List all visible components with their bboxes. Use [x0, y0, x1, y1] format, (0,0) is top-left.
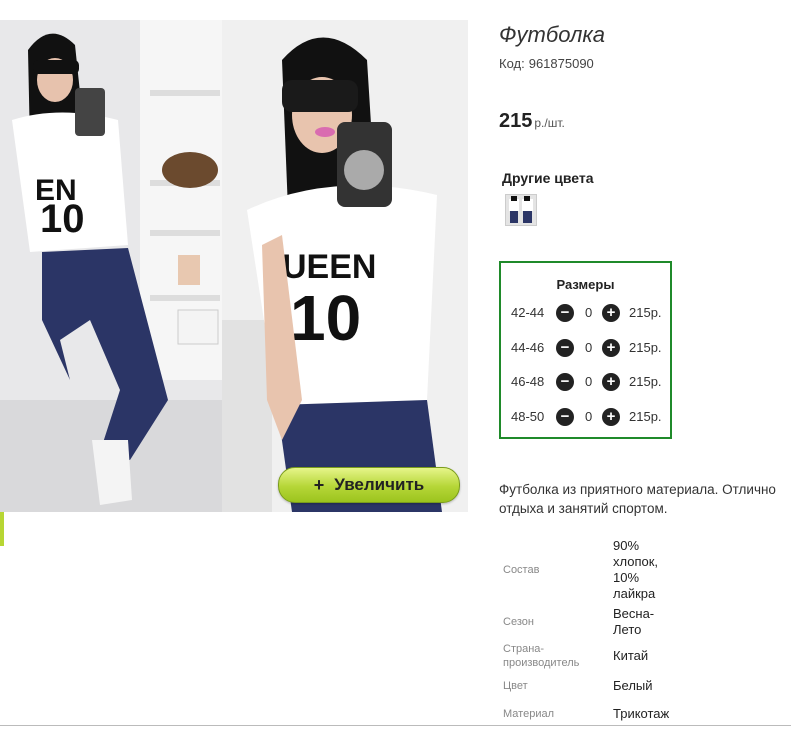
sizes-panel: Размеры 42-44 − 0 + 215р. 44-46 − 0 + 21…: [499, 261, 672, 439]
other-colors-title: Другие цвета: [502, 170, 594, 186]
zoom-button[interactable]: + Увеличить: [278, 467, 460, 503]
property-label: Состав: [503, 564, 540, 576]
sizes-title: Размеры: [556, 277, 615, 292]
minus-icon[interactable]: −: [556, 408, 574, 426]
product-code-label: Код:: [499, 56, 525, 71]
svg-text:10: 10: [290, 282, 361, 354]
quantity-value: 0: [585, 409, 593, 424]
product-code: Код: 961875090: [499, 56, 594, 71]
plus-icon[interactable]: +: [602, 373, 620, 391]
quantity-value: 0: [585, 374, 593, 389]
property-label: Материал: [503, 708, 554, 720]
plus-icon: +: [313, 474, 325, 495]
size-label: 44-46: [511, 340, 545, 355]
zoom-button-label: Увеличить: [334, 475, 425, 494]
size-label: 48-50: [511, 409, 545, 424]
product-photo-1[interactable]: EN 10: [0, 20, 222, 512]
product-photo-2[interactable]: UEEN 10: [222, 20, 468, 512]
property-value: Китай: [613, 648, 649, 663]
size-label: 42-44: [511, 305, 545, 320]
product-description: Футболка из приятного материала. Отлично…: [499, 480, 791, 518]
property-label: Цвет: [503, 680, 528, 692]
quantity-value: 0: [585, 340, 593, 355]
size-row: 44-46 − 0 + 215р.: [511, 339, 671, 357]
size-row: 46-48 − 0 + 215р.: [511, 373, 671, 391]
svg-text:10: 10: [40, 197, 85, 241]
size-price: 215р.: [629, 374, 662, 389]
svg-text:UEEN: UEEN: [282, 248, 376, 286]
size-price: 215р.: [629, 409, 662, 424]
product-price: 215 р./шт.: [499, 110, 565, 133]
property-value: 90% хлопок, 10% лайкра: [613, 538, 659, 601]
size-label: 46-48: [511, 374, 545, 389]
product-gallery: EN 10 UEEN 10: [0, 20, 470, 512]
product-title: Футболка: [499, 22, 605, 47]
plus-icon[interactable]: +: [602, 408, 620, 426]
size-row: 42-44 − 0 + 215р.: [511, 304, 671, 322]
property-label: Сезон: [503, 616, 534, 628]
size-row: 48-50 − 0 + 215р.: [511, 408, 671, 426]
color-variant-thumbnail[interactable]: [505, 194, 537, 226]
quantity-value: 0: [585, 305, 593, 320]
size-price: 215р.: [629, 305, 662, 320]
minus-icon[interactable]: −: [556, 373, 574, 391]
price-value: 215: [499, 110, 533, 132]
property-label: Страна- производитель: [503, 643, 580, 669]
property-value: Белый: [613, 678, 653, 693]
minus-icon[interactable]: −: [556, 339, 574, 357]
product-code-value: 961875090: [528, 56, 594, 71]
price-unit: р./шт.: [534, 116, 565, 130]
description-line: Футболка из приятного материала. Отлично: [499, 482, 776, 497]
property-value: Трикотаж: [613, 706, 670, 721]
size-price: 215р.: [629, 340, 662, 355]
plus-icon[interactable]: +: [602, 339, 620, 357]
property-value: Весна- Лето: [613, 606, 655, 637]
plus-icon[interactable]: +: [602, 304, 620, 322]
page-divider: [0, 725, 791, 726]
description-line: отдыха и занятий спортом.: [499, 501, 668, 516]
minus-icon[interactable]: −: [556, 304, 574, 322]
accent-strip: [0, 512, 4, 546]
